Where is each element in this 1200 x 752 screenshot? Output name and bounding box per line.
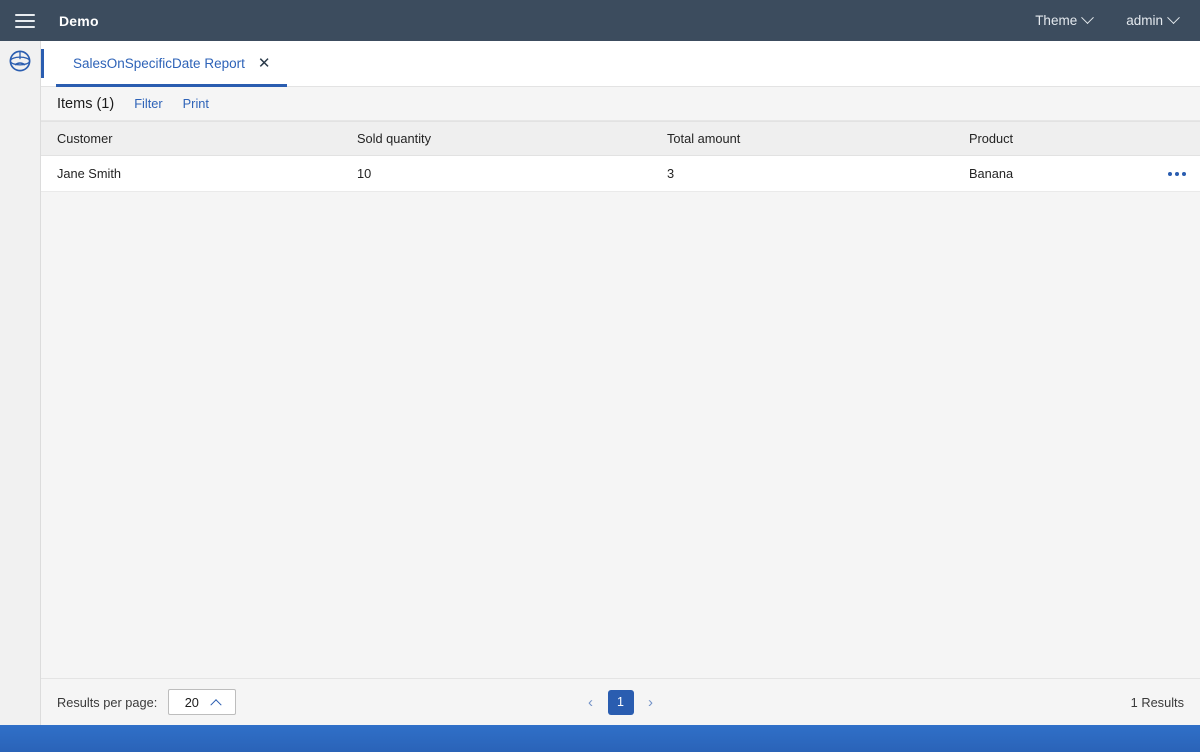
print-button[interactable]: Print <box>183 96 209 111</box>
kebab-dot <box>1168 171 1172 176</box>
items-toolbar: Items (1) Filter Print <box>41 87 1200 121</box>
user-menu-button[interactable]: admin <box>1120 9 1184 32</box>
cell-sold-quantity: 10 <box>341 155 651 192</box>
cell-customer: Jane Smith <box>41 155 341 192</box>
pagination-page-1[interactable]: 1 <box>607 689 634 715</box>
results-per-page-label: Results per page: <box>57 694 158 710</box>
hamburger-line <box>15 19 35 22</box>
hamburger-line <box>15 25 35 28</box>
column-header-sold-quantity[interactable]: Sold quantity <box>341 121 651 156</box>
column-header-actions <box>1142 121 1200 156</box>
top-navbar: Demo Theme admin <box>0 0 1200 41</box>
results-per-page-select[interactable]: 20 <box>168 689 237 715</box>
app-globe-icon[interactable] <box>9 50 31 72</box>
results-table-wrapper: Customer Sold quantity Total amount Prod… <box>41 121 1200 678</box>
table-empty-space <box>41 192 1200 678</box>
tab-label: SalesOnSpecificDate Report <box>73 55 245 71</box>
kebab-menu-icon[interactable] <box>1142 167 1186 181</box>
user-menu-label: admin <box>1126 13 1163 28</box>
app-brand-title: Demo <box>59 12 99 29</box>
theme-menu-button[interactable]: Theme <box>1029 9 1098 32</box>
cell-total-amount: 3 <box>651 155 953 192</box>
results-per-page-value: 20 <box>184 694 199 710</box>
hamburger-menu-icon[interactable] <box>13 9 37 33</box>
app-window: Demo Theme admin SalesOnSpecificDate Rep… <box>0 0 1200 752</box>
tab-strip-accent-bar <box>41 49 44 78</box>
kebab-dot <box>1175 171 1179 176</box>
cell-product: Banana <box>953 155 1142 192</box>
filter-button[interactable]: Filter <box>134 96 162 111</box>
content-area: SalesOnSpecificDate Report ✕ Items (1) F… <box>41 41 1200 725</box>
results-table: Customer Sold quantity Total amount Prod… <box>41 121 1200 192</box>
pagination-prev-button[interactable]: ‹ <box>583 695 599 710</box>
items-count-title: Items (1) <box>57 95 115 112</box>
pagination-next-button[interactable]: › <box>643 695 659 710</box>
chevron-down-icon <box>1081 11 1095 25</box>
tab-salesonspecificdate-report[interactable]: SalesOnSpecificDate Report ✕ <box>56 42 288 87</box>
chevron-up-icon <box>210 699 222 711</box>
bottom-status-strip <box>0 725 1200 752</box>
table-body: Jane Smith 10 3 Banana <box>41 155 1200 192</box>
table-footer: Results per page: 20 ‹ 1 › 1 Results <box>41 678 1200 725</box>
table-row[interactable]: Jane Smith 10 3 Banana <box>41 155 1200 192</box>
app-body: SalesOnSpecificDate Report ✕ Items (1) F… <box>0 41 1200 725</box>
kebab-dot <box>1182 171 1186 176</box>
theme-menu-label: Theme <box>1035 13 1078 28</box>
results-count-label: 1 Results <box>1130 694 1184 710</box>
left-sidebar <box>0 41 41 725</box>
column-header-total-amount[interactable]: Total amount <box>651 121 953 156</box>
chevron-down-icon <box>1167 11 1180 25</box>
table-header-row: Customer Sold quantity Total amount Prod… <box>41 121 1200 156</box>
results-per-page-group: Results per page: 20 <box>57 689 237 715</box>
tab-close-icon[interactable]: ✕ <box>258 56 271 71</box>
hamburger-line <box>15 13 35 16</box>
table-head: Customer Sold quantity Total amount Prod… <box>41 121 1200 156</box>
column-header-customer[interactable]: Customer <box>41 121 341 156</box>
column-header-product[interactable]: Product <box>953 121 1142 156</box>
tab-strip: SalesOnSpecificDate Report ✕ <box>41 41 1200 87</box>
cell-actions <box>1142 155 1200 192</box>
